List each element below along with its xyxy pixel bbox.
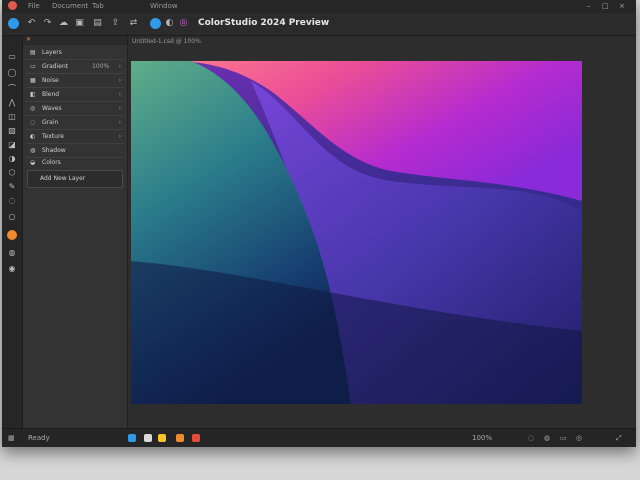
list-item[interactable]: ◧ Blend › [26,88,124,102]
list-item[interactable]: ◌ Grain › [26,116,124,130]
layer-label: Colors [42,159,61,166]
store-icon[interactable] [176,434,184,442]
app-window: File Document Tab Window – □ × ↶ ↷ ☁ ▣ ▤… [2,0,636,447]
app-icon[interactable] [150,18,161,29]
expand-icon[interactable]: ⤢ [616,434,622,443]
layer-icon: ▦ [30,77,36,84]
layer-label: Shadow [42,147,66,154]
chevron-right-icon[interactable]: › [119,133,121,140]
panel-title-row: ▤ Layers [26,46,124,60]
menu-item-file[interactable]: File [28,2,40,10]
brush-tool-icon[interactable]: ⋀ [7,98,17,108]
menu-item-document[interactable]: Document [52,2,88,10]
color-swatch-icon[interactable] [7,230,17,240]
app-icon[interactable] [144,434,152,442]
layer-icon: ▭ [30,63,36,70]
close-panel-icon[interactable]: ✕ [26,36,31,43]
battery-icon[interactable]: ▭ [560,434,567,442]
chevron-right-icon[interactable]: › [119,91,121,98]
layers-panel: ✕ ▤ Layers ▭ Gradient 100% › ▦ Noise › ◧… [23,36,128,428]
document-title: ColorStudio 2024 Preview [198,18,330,28]
toolbar: ↶ ↷ ☁ ▣ ▤ ⇪ ⇄ ◐ ◎ ColorStudio 2024 Previ… [2,13,636,36]
layer-label: Noise [42,77,59,84]
layer-icon: ◍ [30,147,36,154]
move-tool-icon[interactable]: ▭ [7,52,17,62]
list-item[interactable]: ◒ Colors [26,156,124,169]
canvas-tab[interactable]: Untitled-1.csd @ 100% [132,38,201,45]
select-tool-icon[interactable]: ◯ [7,68,17,78]
text-tool-icon[interactable]: ◑ [7,154,17,164]
color-icon[interactable]: ◐ [164,18,175,29]
redo-icon[interactable]: ↷ [42,18,53,29]
zoom-tool-icon[interactable]: ◌ [7,196,17,206]
gradient-tool-icon[interactable]: ◪ [7,140,17,150]
layer-icon: ◎ [30,105,36,112]
close-button[interactable]: × [619,2,625,10]
zoom-level: 100% [472,434,493,442]
menu-bar: File Document Tab Window – □ × [2,0,636,13]
shape-tool-icon[interactable]: ⬡ [7,168,17,178]
folder-icon[interactable] [158,434,166,442]
hand-tool-icon[interactable]: ◍ [7,248,17,258]
menu-item-window[interactable]: Window [150,2,178,10]
lasso-tool-icon[interactable]: ⌒ [7,84,17,94]
undo-icon[interactable]: ↶ [26,18,37,29]
app-logo-icon [8,1,17,10]
fill-tool-icon[interactable]: ▨ [7,126,17,136]
settings-icon[interactable]: ◎ [178,18,189,29]
layer-label: Texture [42,133,64,140]
globe-icon[interactable] [8,18,19,29]
layer-label: Waves [42,105,62,112]
cloud-icon[interactable]: ☁ [58,18,69,29]
notification-icon[interactable]: ◎ [576,434,582,442]
list-item[interactable]: ◐ Texture › [26,130,124,144]
tool-strip: ▭ ◯ ⌒ ⋀ ◫ ▨ ◪ ◑ ⬡ ✎ ◌ ○ ◍ ◉ [2,36,23,428]
gradient-artwork [131,61,582,404]
canvas-area: Untitled-1.csd @ 100% [128,36,636,428]
chevron-right-icon[interactable]: › [119,119,121,126]
start-icon[interactable]: ▦ [8,434,15,442]
layer-icon: ◌ [30,119,36,126]
status-text: Ready [28,434,50,442]
chevron-right-icon[interactable]: › [119,105,121,112]
browser-icon[interactable] [128,434,136,442]
export-icon[interactable]: ⇪ [110,18,121,29]
list-item[interactable]: ▭ Gradient 100% › [26,60,124,74]
layer-label: Blend [42,91,60,98]
layer-icon: ◐ [30,133,36,140]
layer-label: Gradient [42,63,69,70]
menu-item-tab[interactable]: Tab [92,2,104,10]
status-bar: ▦ Ready 100% ◌ ◍ ▭ ◎ ⤢ [2,428,636,447]
folder-icon[interactable]: ▤ [92,18,103,29]
mail-icon[interactable] [192,434,200,442]
eyedropper-tool-icon[interactable]: ○ [7,212,17,222]
layer-icon: ◒ [30,159,36,166]
pen-tool-icon[interactable]: ✎ [7,182,17,192]
chevron-right-icon[interactable]: › [119,77,121,84]
share-icon[interactable]: ⇄ [128,18,139,29]
wifi-icon[interactable]: ◌ [528,434,534,442]
volume-icon[interactable]: ◍ [544,434,550,442]
panel-header: ✕ [23,36,127,45]
add-layer-button[interactable]: Add New Layer [27,170,123,188]
layers-icon: ▤ [30,49,36,56]
globe-tool-icon[interactable]: ◉ [7,264,17,274]
layer-icon: ◧ [30,91,36,98]
eraser-tool-icon[interactable]: ◫ [7,112,17,122]
maximize-button[interactable]: □ [602,2,609,10]
list-item[interactable]: ▦ Noise › [26,74,124,88]
image-icon[interactable]: ▣ [74,18,85,29]
layer-opacity: 100% [92,63,110,70]
list-item[interactable]: ◎ Waves › [26,102,124,116]
layer-label: Grain [42,119,59,126]
minimize-button[interactable]: – [587,2,591,10]
artboard[interactable] [131,61,582,404]
chevron-right-icon[interactable]: › [119,63,121,70]
panel-title: Layers [42,49,62,56]
